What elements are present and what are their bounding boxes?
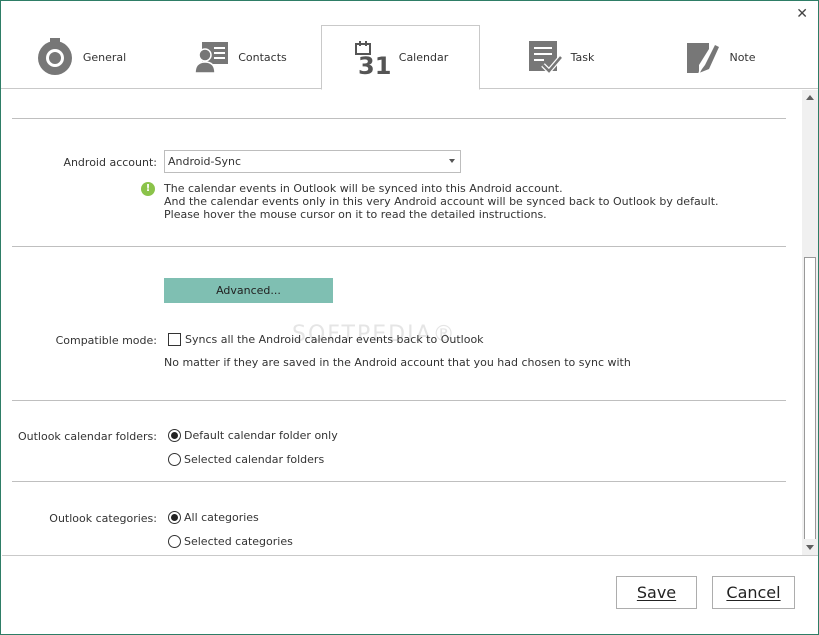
divider [12,118,786,119]
chevron-down-icon [449,159,455,163]
footer-divider [2,555,818,556]
compatible-mode-note: No matter if they are saved in the Andro… [164,356,631,369]
tab-general[interactable]: General [1,25,160,89]
compatible-mode-checkbox-label[interactable]: Syncs all the Android calendar events ba… [185,333,484,346]
info-icon: ! [141,182,155,196]
radio-selected-folders[interactable] [168,453,181,466]
radio-default-folder-label[interactable]: Default calendar folder only [184,429,338,442]
categories-label: Outlook categories: [49,512,157,525]
tab-label: Contacts [238,50,287,64]
android-account-value: Android-Sync [168,155,242,168]
android-account-label: Android account: [63,156,157,169]
tab-task[interactable]: Task [481,25,640,89]
divider [12,400,786,401]
calendar-icon-text: 31 [358,52,391,76]
info-text-line: And the calendar events only in this ver… [164,195,719,208]
tab-note[interactable]: Note [641,25,800,89]
calendar-folders-label: Outlook calendar folders: [17,430,157,443]
scroll-thumb[interactable] [804,257,816,552]
close-icon[interactable]: ✕ [796,6,808,22]
tab-contacts[interactable]: Contacts [161,25,320,89]
info-text-line: Please hover the mouse cursor on it to r… [164,208,547,221]
contacts-card-icon [194,42,229,74]
cancel-button[interactable]: Cancel [712,576,795,609]
radio-all-categories[interactable] [168,511,181,524]
tab-label: Calendar [398,51,449,64]
scroll-down-arrow-icon[interactable] [802,539,818,555]
compatible-mode-label: Compatible mode: [55,334,157,347]
scroll-up-arrow-icon[interactable] [802,90,818,106]
tab-bar: General Contacts 31 Calendar Task Note [1,25,818,90]
android-account-select[interactable]: Android-Sync [164,150,461,173]
tab-calendar[interactable]: 31 Calendar [321,25,480,90]
save-button[interactable]: Save [616,576,697,609]
tab-label: Note [729,50,756,64]
radio-selected-folders-label[interactable]: Selected calendar folders [184,453,324,466]
divider [12,246,786,247]
task-checklist-icon [528,41,563,75]
radio-selected-categories[interactable] [168,535,181,548]
vertical-scrollbar[interactable] [802,90,818,555]
advanced-button[interactable]: Advanced... [164,278,333,303]
sync-settings-window: ✕ General Contacts 31 Calendar Task Note… [0,0,819,635]
radio-all-categories-label[interactable]: All categories [184,511,259,524]
radio-selected-categories-label[interactable]: Selected categories [184,535,293,548]
compatible-mode-checkbox[interactable] [168,333,181,346]
calendar-settings-panel: Android account: Android-Sync ! The cale… [2,90,802,555]
radio-default-folder[interactable] [168,429,181,442]
gear-icon [37,38,72,75]
scroll-track[interactable] [803,107,817,552]
note-pencil-icon [687,43,720,74]
tab-label: Task [570,50,595,64]
info-text-line: The calendar events in Outlook will be s… [164,182,563,195]
calendar-icon: 31 [354,40,391,76]
divider [12,481,786,482]
tab-label: General [82,50,127,64]
